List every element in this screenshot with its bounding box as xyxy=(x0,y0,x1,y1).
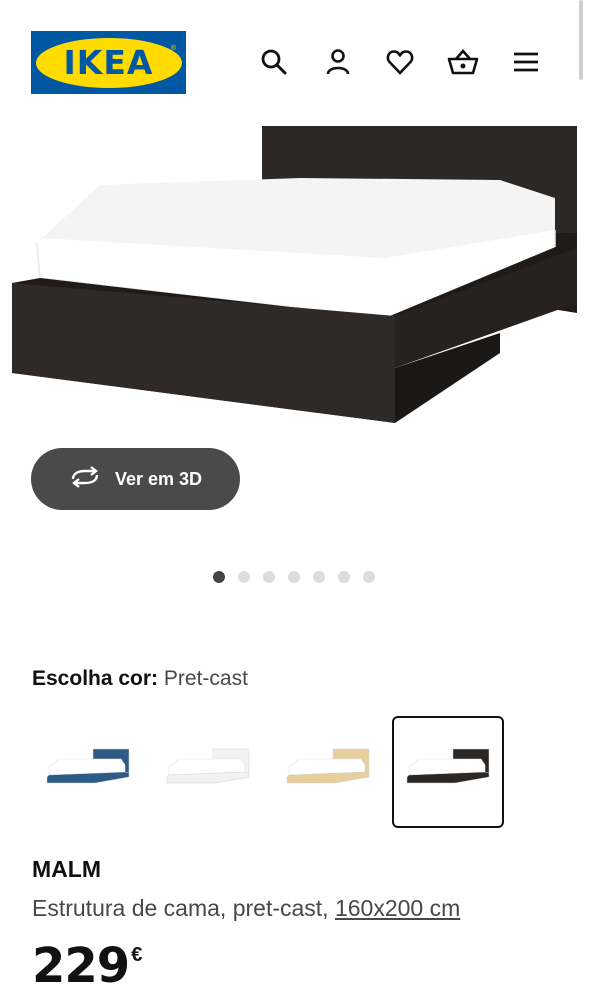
search-icon[interactable] xyxy=(256,44,292,80)
gallery-dot[interactable] xyxy=(363,571,375,583)
price-value: 229 xyxy=(32,938,130,994)
header: IKEA ® xyxy=(0,0,589,110)
color-choice-label: Escolha cor: xyxy=(32,667,159,690)
product-name: MALM xyxy=(32,856,101,882)
view-3d-label: Ver em 3D xyxy=(114,468,203,489)
size-link[interactable]: 160x200 cm xyxy=(335,895,460,921)
color-swatch-blue[interactable] xyxy=(32,716,144,828)
gallery-dot[interactable] xyxy=(313,571,325,583)
logo-oval: IKEA xyxy=(35,37,182,88)
basket-icon[interactable] xyxy=(445,44,481,80)
color-swatch-black-brown[interactable] xyxy=(392,716,504,828)
gallery-dot[interactable] xyxy=(338,571,350,583)
logo-text: IKEA xyxy=(63,43,154,82)
view-3d-button[interactable]: Ver em 3D xyxy=(31,448,240,510)
product-price: 229 € xyxy=(32,938,142,994)
gallery-dot[interactable] xyxy=(238,571,250,583)
menu-icon[interactable] xyxy=(508,44,544,80)
gallery-pagination xyxy=(213,571,375,583)
rotate-3d-icon xyxy=(69,465,101,493)
product-description-text: Estrutura de cama, pret-cast, xyxy=(32,895,329,921)
color-choice-value: Pret-cast xyxy=(163,667,248,690)
color-choice: Escolha cor: Pret-cast xyxy=(32,667,248,691)
color-swatches xyxy=(32,716,504,828)
ikea-logo[interactable]: IKEA ® xyxy=(31,31,186,94)
color-swatch-oak[interactable] xyxy=(272,716,384,828)
logo-registered-mark: ® xyxy=(170,45,176,52)
heart-icon[interactable] xyxy=(382,44,418,80)
product-description: Estrutura de cama, pret-cast, 160x200 cm xyxy=(32,895,460,922)
gallery-dot[interactable] xyxy=(213,571,225,583)
price-currency: € xyxy=(131,944,143,966)
user-icon[interactable] xyxy=(320,44,356,80)
scrollbar[interactable] xyxy=(579,0,583,80)
product-image[interactable] xyxy=(0,118,589,448)
gallery-dot[interactable] xyxy=(263,571,275,583)
color-swatch-white[interactable] xyxy=(152,716,264,828)
gallery-dot[interactable] xyxy=(288,571,300,583)
